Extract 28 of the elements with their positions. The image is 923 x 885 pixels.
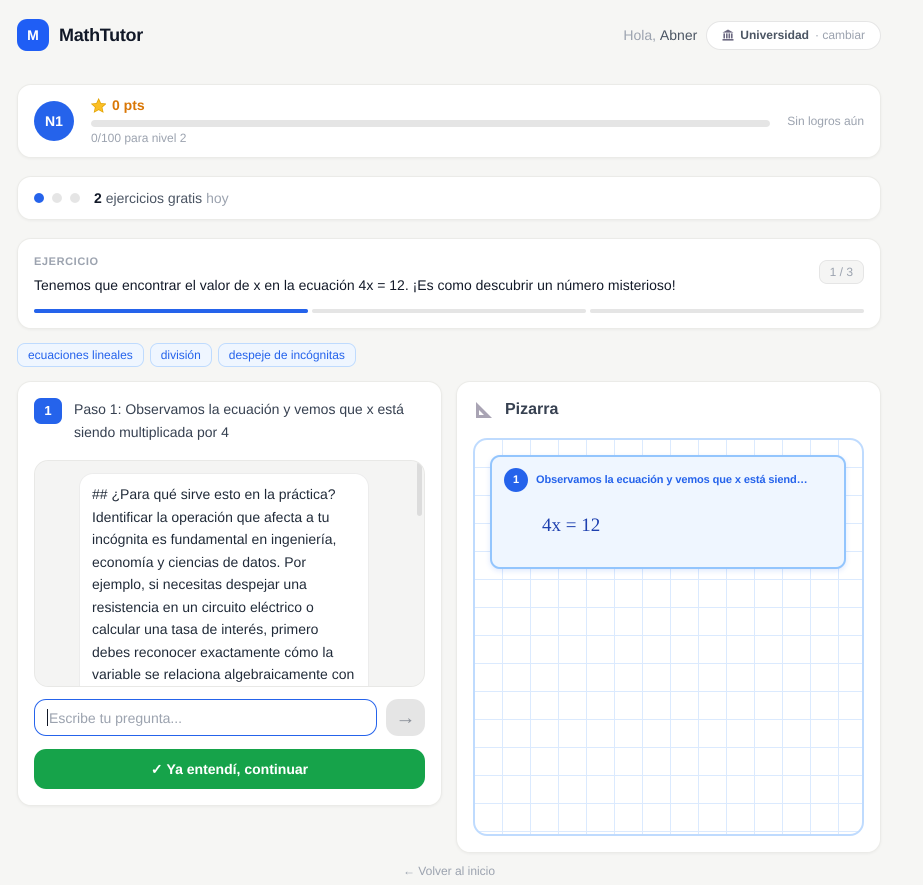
- building-icon: [722, 29, 734, 41]
- question-input[interactable]: Escribe tu pregunta...: [34, 699, 377, 736]
- greeting-text: Hola, Abner: [623, 26, 698, 44]
- free-exercises-text: 2 ejercicios gratis hoy: [94, 188, 229, 208]
- step-text: Paso 1: Observamos la ecuación y vemos que x está siendo multiplicada por 4: [74, 400, 405, 442]
- step-card-title: Observamos la ecuación y vemos que x está siend…: [536, 472, 808, 488]
- institution-button[interactable]: Universidad · cambiar: [706, 20, 881, 50]
- exercise-counter: 1 / 3: [818, 260, 864, 284]
- topic-tag[interactable]: división: [150, 343, 212, 367]
- continue-button[interactable]: ✓ Ya entendí, continuar: [34, 749, 425, 789]
- exercise-text: Tenemos que encontrar el valor de x en la ecuación 4x = 12. ¡Es como descubrir un número misterioso!: [34, 276, 676, 295]
- text-cursor: [47, 709, 48, 726]
- equation: 4x = 12: [542, 514, 600, 538]
- app-title: MathTutor: [59, 24, 143, 46]
- whiteboard-title: Pizarra: [505, 400, 558, 420]
- step-number: 1: [504, 468, 528, 492]
- triangle-ruler-icon: [475, 401, 493, 419]
- topic-tag[interactable]: despeje de incógnitas: [218, 343, 356, 367]
- logo-mark: M: [17, 19, 49, 51]
- star-icon: [91, 98, 106, 113]
- step-number: 1: [34, 398, 62, 424]
- message-bubble: ## ¿Para qué sirve esto en la práctica? Identificar la operación que afecta a tu incógnita es fundamental en ingeniería, economía y ciencias de datos. Por ejemplo, si necesitas despejar una resistencia en un circuito eléctrico o calcular una tasa de interés, primero debes reconocer exactamente cómo la variable se relaciona algebraicamente con: [79, 473, 369, 686]
- progress-text: 0/100 para nivel 2: [91, 130, 188, 146]
- points-text: 0 pts: [112, 96, 145, 115]
- exercise-label: EJERCICIO: [34, 255, 100, 270]
- achievements-text: Sin logros aún: [787, 113, 864, 130]
- level-badge: N1: [34, 101, 74, 141]
- topic-tag[interactable]: ecuaciones lineales: [17, 343, 144, 367]
